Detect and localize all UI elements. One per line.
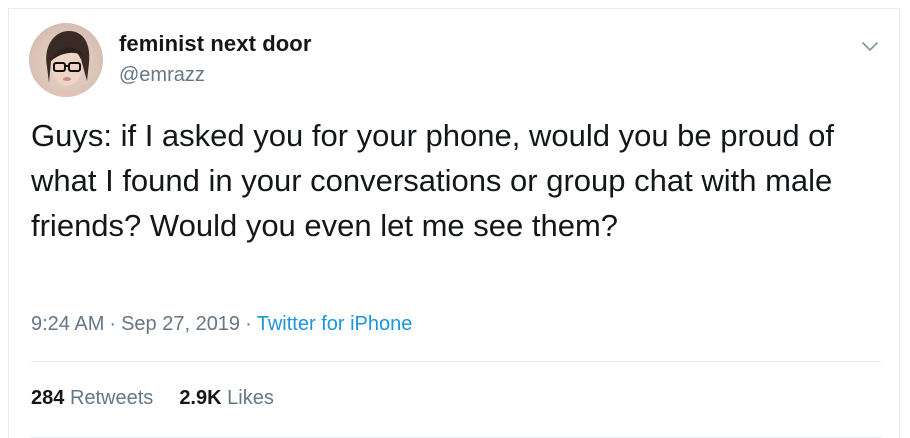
avatar[interactable] bbox=[29, 23, 103, 97]
likes-count: 2.9K bbox=[179, 387, 222, 409]
author-handle[interactable]: @emrazz bbox=[119, 64, 205, 87]
chevron-down-icon[interactable] bbox=[859, 35, 881, 57]
likes-stat[interactable]: 2.9K Likes bbox=[179, 387, 274, 409]
author-display-name[interactable]: feminist next door bbox=[119, 31, 312, 57]
tweet-stats: 284 Retweets 2.9K Likes bbox=[31, 387, 274, 410]
tweet-card: feminist next door @emrazz Guys: if I as… bbox=[8, 8, 900, 438]
tweet-text: Guys: if I asked you for your phone, wou… bbox=[31, 118, 835, 243]
tweet-date[interactable]: Sep 27, 2019 bbox=[121, 313, 240, 335]
avatar-image bbox=[46, 31, 90, 97]
tweet-source-link[interactable]: Twitter for iPhone bbox=[257, 313, 413, 335]
likes-label: Likes bbox=[227, 387, 274, 409]
divider bbox=[31, 361, 881, 362]
tweet-metadata: 9:24 AM · Sep 27, 2019 · Twitter for iPhone bbox=[31, 313, 412, 336]
separator: · bbox=[109, 313, 117, 335]
separator: · bbox=[245, 313, 252, 335]
retweets-stat[interactable]: 284 Retweets bbox=[31, 387, 153, 409]
retweets-label: Retweets bbox=[69, 387, 154, 409]
retweets-count: 284 bbox=[31, 387, 65, 409]
tweet-time[interactable]: 9:24 AM bbox=[31, 313, 104, 335]
